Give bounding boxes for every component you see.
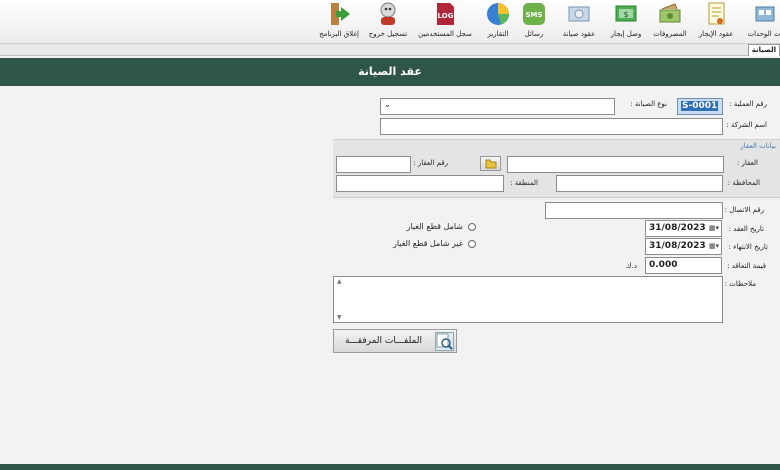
scroll-up-icon[interactable]: ▲	[337, 278, 342, 285]
rent-receipt-icon: $	[613, 1, 639, 27]
contract-value-label: قيمة التعاقد :	[727, 262, 766, 270]
incl-parts-label: شامل قطع الغيار	[406, 222, 463, 231]
tab-maintenance[interactable]: الصيانة	[747, 44, 780, 56]
toolbar-exit-button[interactable]: إغلاق البرنامج	[316, 0, 362, 44]
notes-textarea[interactable]: ▲ ▼	[333, 276, 723, 323]
operation-no-label: رقم العملية :	[729, 100, 767, 108]
toolbar-rent-receipt-button[interactable]: $ وصل إيجار	[607, 0, 645, 44]
toolbar-units-button[interactable]: ات الوحدات	[748, 0, 780, 44]
company-name-label: اسم الشركة :	[726, 121, 767, 129]
toolbar-user-log-button[interactable]: LOG سجل المستخدمين	[415, 0, 475, 44]
end-date-picker[interactable]: 31/08/2023 ▦▾	[645, 238, 722, 255]
toolbar-logout-button[interactable]: تسجيل خروج	[366, 0, 410, 44]
maintenance-contracts-icon	[566, 1, 592, 27]
property-no-label: رقم العقار :	[413, 159, 448, 167]
tab-strip: الصيانة	[0, 44, 780, 56]
region-field[interactable]	[336, 175, 504, 192]
magnifier-icon	[435, 332, 454, 351]
maintenance-type-select[interactable]: ⌄	[380, 98, 615, 115]
company-name-field[interactable]	[380, 118, 723, 135]
governorate-field[interactable]	[556, 175, 723, 192]
currency-label: د.ك	[625, 262, 637, 270]
toolbar-sms-button[interactable]: SMS رسائل	[518, 0, 550, 44]
contract-value-field[interactable]: 0.000	[645, 257, 722, 274]
expenses-icon	[657, 1, 683, 27]
page-title: عقد الصيانة	[0, 58, 780, 86]
folder-icon	[485, 159, 497, 169]
end-date-label: تاريخ الانتهاء :	[728, 243, 768, 251]
property-lookup-button[interactable]	[480, 156, 501, 171]
logout-icon	[375, 1, 401, 27]
toolbar-expenses-button[interactable]: المصروفات	[650, 0, 690, 44]
main-toolbar: ات الوحدات عقود الإيجار المصروفات $ وصل …	[0, 0, 780, 44]
property-field[interactable]	[507, 156, 724, 173]
property-section-title: بيانات العقار	[740, 142, 776, 150]
toolbar-maintenance-contracts-button[interactable]: عقود صيانة	[556, 0, 602, 44]
calendar-dropdown-icon[interactable]: ▦▾	[707, 239, 721, 254]
contact-no-label: رقم الاتصال :	[724, 206, 764, 214]
reports-icon	[485, 1, 511, 27]
maintenance-type-label: نوع الصيانة :	[630, 100, 667, 108]
excl-parts-label: غير شامل قطع الغيار	[392, 239, 463, 248]
region-label: المنطقة :	[510, 179, 538, 187]
property-label: العقار :	[736, 159, 758, 167]
bottom-bar	[0, 464, 780, 470]
attachments-button[interactable]: الملفـــات المرفقـــة	[333, 329, 457, 353]
incl-parts-radio[interactable]	[468, 223, 476, 231]
toolbar-lease-contracts-button[interactable]: عقود الإيجار	[696, 0, 736, 44]
contract-date-label: تاريخ العقد :	[728, 225, 764, 233]
contact-no-field[interactable]	[545, 202, 723, 219]
excl-parts-radio[interactable]	[468, 240, 476, 248]
calendar-dropdown-icon[interactable]: ▦▾	[707, 221, 721, 236]
exit-icon	[326, 1, 352, 27]
units-icon	[752, 1, 778, 27]
sms-icon: SMS	[521, 1, 547, 27]
svg-text:LOG: LOG	[438, 12, 454, 20]
chevron-down-icon: ⌄	[384, 100, 391, 109]
log-icon: LOG	[432, 1, 458, 27]
svg-text:$: $	[623, 10, 628, 19]
contract-date-picker[interactable]: 31/08/2023 ▦▾	[645, 220, 722, 237]
notes-label: ملاحظات :	[724, 280, 756, 288]
toolbar-reports-button[interactable]: التقارير	[482, 0, 514, 44]
governorate-label: المحافظة :	[727, 179, 760, 187]
scroll-down-icon[interactable]: ▼	[337, 314, 342, 321]
operation-no-field[interactable]: S-0001	[677, 98, 723, 115]
svg-text:SMS: SMS	[525, 11, 542, 19]
property-no-field[interactable]	[336, 156, 411, 173]
lease-contracts-icon	[703, 1, 729, 27]
